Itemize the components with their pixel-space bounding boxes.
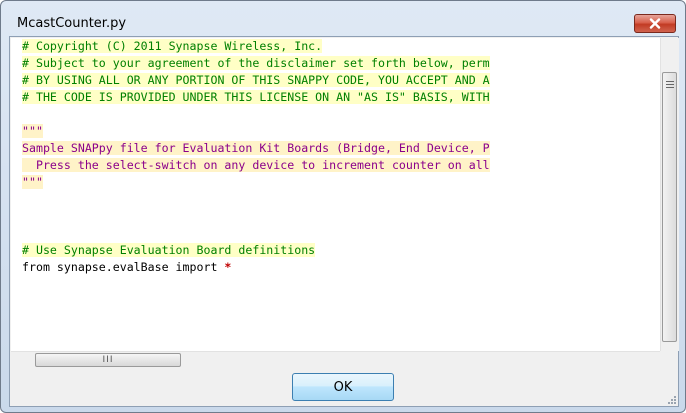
code-line: from synapse.evalBase import * xyxy=(11,259,231,276)
code-line: """ xyxy=(11,174,43,191)
code-comment: # BY USING ALL OR ANY PORTION OF THIS SN… xyxy=(22,73,490,87)
grip-icon xyxy=(666,81,674,88)
horizontal-scroll-thumb[interactable]: III xyxy=(35,353,181,367)
dialog-body: # Copyright (C) 2011 Synapse Wireless, I… xyxy=(9,36,679,407)
window-title: McastCounter.py xyxy=(17,16,127,31)
code-docstring: Sample SNAPpy file for Evaluation Kit Bo… xyxy=(22,141,490,155)
scrollbar-corner xyxy=(660,351,678,369)
code-line: Press the select-switch on any device to… xyxy=(11,157,490,174)
code-line: # BY USING ALL OR ANY PORTION OF THIS SN… xyxy=(11,72,490,89)
close-icon xyxy=(649,18,661,29)
horizontal-scrollbar[interactable]: III xyxy=(11,351,660,369)
code-comment: # THE CODE IS PROVIDED UNDER THIS LICENS… xyxy=(22,90,490,104)
code-comment: # Subject to your agreement of the discl… xyxy=(22,56,490,70)
code-comment: # Copyright (C) 2011 Synapse Wireless, I… xyxy=(22,39,323,53)
code-line: # Copyright (C) 2011 Synapse Wireless, I… xyxy=(11,38,323,55)
code-line: Sample SNAPpy file for Evaluation Kit Bo… xyxy=(11,140,490,157)
code-comment: # Use Synapse Evaluation Board definitio… xyxy=(22,243,316,257)
code-line: # THE CODE IS PROVIDED UNDER THIS LICENS… xyxy=(11,89,490,106)
title-bar[interactable]: McastCounter.py xyxy=(1,1,685,35)
code-line: # Subject to your agreement of the discl… xyxy=(11,55,490,72)
code-line: # Use Synapse Evaluation Board definitio… xyxy=(11,242,316,259)
code-docstring: Press the select-switch on any device to… xyxy=(22,158,490,172)
vertical-scroll-thumb[interactable] xyxy=(662,72,677,342)
ok-button[interactable]: OK xyxy=(292,373,394,401)
resize-grip-icon[interactable] xyxy=(666,394,676,404)
code-text: from synapse.evalBase import xyxy=(22,260,225,274)
code-docstring: """ xyxy=(22,175,43,189)
vertical-scrollbar[interactable] xyxy=(660,38,679,351)
grip-icon: III xyxy=(102,355,114,365)
close-button[interactable] xyxy=(634,14,676,33)
code-docstring: """ xyxy=(22,124,43,138)
code-operator: * xyxy=(224,260,232,274)
code-viewer[interactable]: # Copyright (C) 2011 Synapse Wireless, I… xyxy=(11,38,660,351)
code-line: """ xyxy=(11,123,43,140)
dialog-window: McastCounter.py # Copyright (C) 2011 Syn… xyxy=(0,0,686,413)
